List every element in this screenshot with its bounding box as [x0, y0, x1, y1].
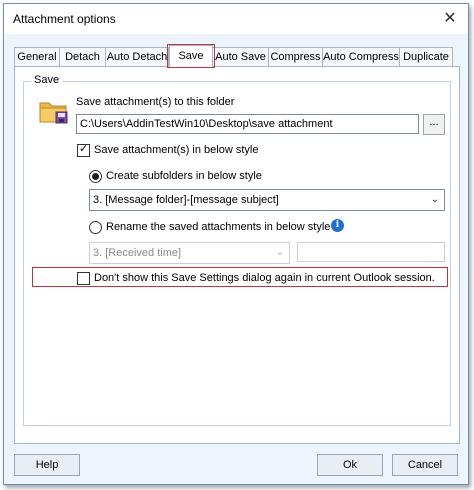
tab-duplicate[interactable]: Duplicate	[399, 47, 453, 67]
rename-style-value: 3. [Received time]	[93, 247, 182, 259]
save-in-style-label: Save attachment(s) in below style	[94, 144, 259, 156]
browse-folder-button[interactable]: ...	[423, 114, 445, 135]
chevron-down-icon: ⌄	[430, 194, 439, 205]
help-button[interactable]: Help	[14, 454, 80, 476]
create-subfolders-radio[interactable]	[89, 170, 102, 183]
rename-saved-label: Rename the saved attachments in below st…	[106, 221, 331, 233]
save-in-style-checkbox[interactable]: ✓	[77, 143, 90, 157]
dialog-footer: Help Ok Cancel	[4, 448, 468, 484]
title-bar: Attachment options ✕	[4, 4, 468, 34]
subfolder-style-value: 3. [Message folder]-[message subject]	[93, 194, 279, 206]
tab-compress[interactable]: Compress	[268, 47, 323, 67]
tab-auto-compress[interactable]: Auto Compress	[322, 47, 400, 67]
radio-selected-dot	[92, 173, 99, 180]
chevron-down-icon: ⌄	[275, 247, 284, 258]
attachment-options-dialog: Attachment options ✕ General Detach Auto…	[3, 3, 469, 485]
rename-style-select[interactable]: 3. [Received time] ⌄	[89, 242, 290, 264]
rename-saved-radio[interactable]	[89, 221, 102, 234]
create-subfolders-label: Create subfolders in below style	[106, 170, 262, 182]
tab-detach[interactable]: Detach	[59, 47, 106, 67]
rename-extra-input[interactable]	[297, 242, 445, 262]
subfolder-style-select[interactable]: 3. [Message folder]-[message subject] ⌄	[89, 189, 445, 211]
tab-strip: General Detach Auto Detach Save Auto Sav…	[14, 45, 460, 68]
save-tab-page: Save Save attachment(s) to this folder C…	[14, 66, 460, 444]
info-icon[interactable]: i	[331, 219, 344, 232]
save-folder-path-input[interactable]: C:\Users\AddinTestWin10\Desktop\save att…	[76, 114, 419, 134]
checkmark-icon: ✓	[79, 143, 89, 155]
dont-show-highlight	[32, 267, 448, 287]
ok-button[interactable]: Ok	[317, 454, 383, 476]
tab-general[interactable]: General	[14, 47, 60, 67]
tab-save-highlight	[167, 44, 215, 68]
dialog-title: Attachment options	[13, 12, 116, 26]
close-icon[interactable]: ✕	[434, 4, 466, 34]
folder-save-icon	[39, 102, 68, 124]
save-group-title: Save	[31, 74, 63, 86]
tab-auto-save[interactable]: Auto Save	[212, 47, 269, 67]
cancel-button[interactable]: Cancel	[392, 454, 458, 476]
tab-auto-detach[interactable]: Auto Detach	[105, 47, 169, 67]
save-folder-label: Save attachment(s) to this folder	[76, 96, 235, 108]
